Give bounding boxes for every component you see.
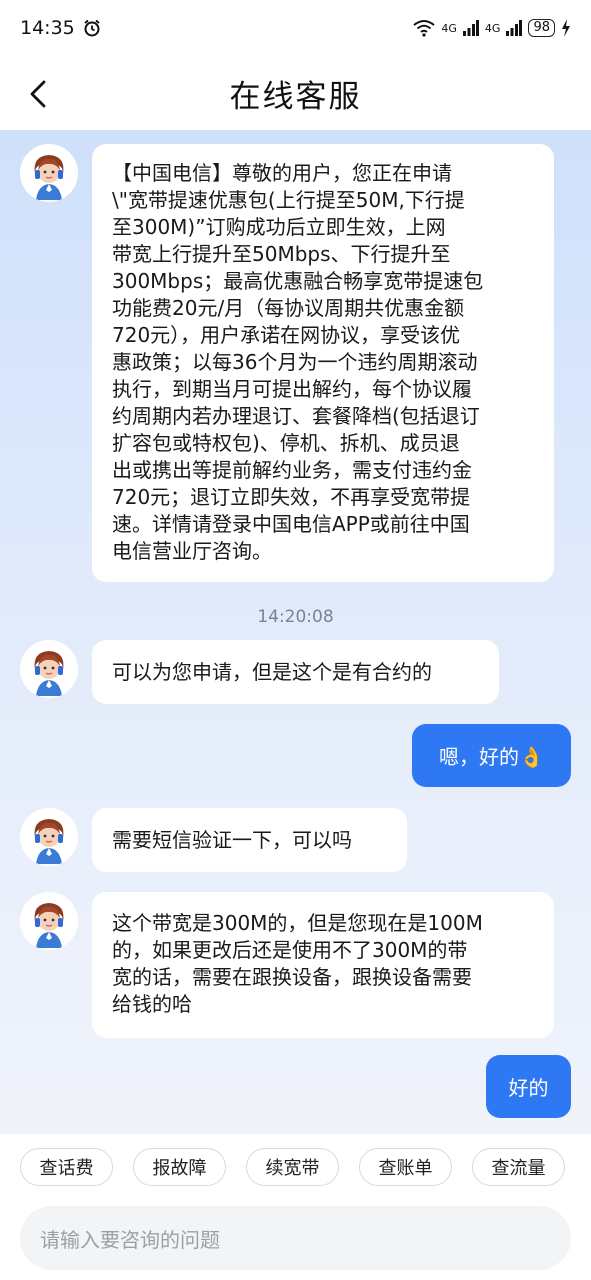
alarm-icon [84, 19, 100, 37]
status-icons: 4G 4G 98 [413, 19, 571, 37]
battery-indicator: 98 [528, 19, 555, 37]
back-arrow-icon [30, 80, 46, 108]
agent-message: 需要短信验证一下，可以吗 [92, 808, 407, 872]
chat-area[interactable]: 【中国电信】尊敬的用户，您正在申请 \"宽带提速优惠包(上行提至50M,下行提 … [0, 130, 591, 1134]
status-time-group: 14:35 [20, 17, 101, 39]
charging-icon [562, 19, 570, 37]
status-bar: 14:35 4G 4G 98 [0, 0, 591, 56]
user-message: 好的 [486, 1055, 571, 1118]
quick-reply-chip[interactable]: 续宽带 [246, 1148, 339, 1186]
agent-avatar [20, 892, 78, 950]
user-message: 嗯，好的👌 [412, 724, 571, 787]
agent-avatar [20, 640, 78, 698]
status-time: 14:35 [20, 17, 75, 39]
agent-avatar-icon [20, 144, 78, 202]
input-area: 请输入要咨询的问题 [0, 1196, 591, 1280]
agent-message: 这个带宽是300M的，但是您现在是100M 的，如果更改后还是使用不了300M的… [92, 892, 554, 1038]
message-input[interactable]: 请输入要咨询的问题 [20, 1206, 571, 1270]
agent-avatar-icon [20, 808, 78, 866]
signal-icon [462, 20, 479, 36]
quick-reply-chip[interactable]: 查流量 [472, 1148, 565, 1186]
quick-reply-bar: 查话费 报故障 续宽带 查账单 查流量 [0, 1134, 591, 1196]
agent-avatar-icon [20, 892, 78, 950]
network-label-1: 4G [441, 21, 457, 35]
wifi-icon [413, 20, 436, 37]
quick-reply-chip[interactable]: 报故障 [133, 1148, 226, 1186]
agent-message: 【中国电信】尊敬的用户，您正在申请 \"宽带提速优惠包(上行提至50M,下行提 … [92, 144, 554, 582]
header: 在线客服 [0, 56, 591, 130]
agent-message: 可以为您申请，但是这个是有合约的 [92, 640, 499, 704]
signal-icon [506, 20, 523, 36]
page-title: 在线客服 [229, 78, 362, 115]
message-timestamp: 14:20:08 [257, 607, 334, 627]
quick-reply-chip[interactable]: 查话费 [20, 1148, 113, 1186]
agent-avatar [20, 144, 78, 202]
back-button[interactable] [18, 74, 58, 114]
quick-reply-chip[interactable]: 查账单 [359, 1148, 452, 1186]
network-label-2: 4G [484, 21, 501, 35]
agent-avatar [20, 808, 78, 866]
agent-avatar-icon [20, 640, 78, 698]
